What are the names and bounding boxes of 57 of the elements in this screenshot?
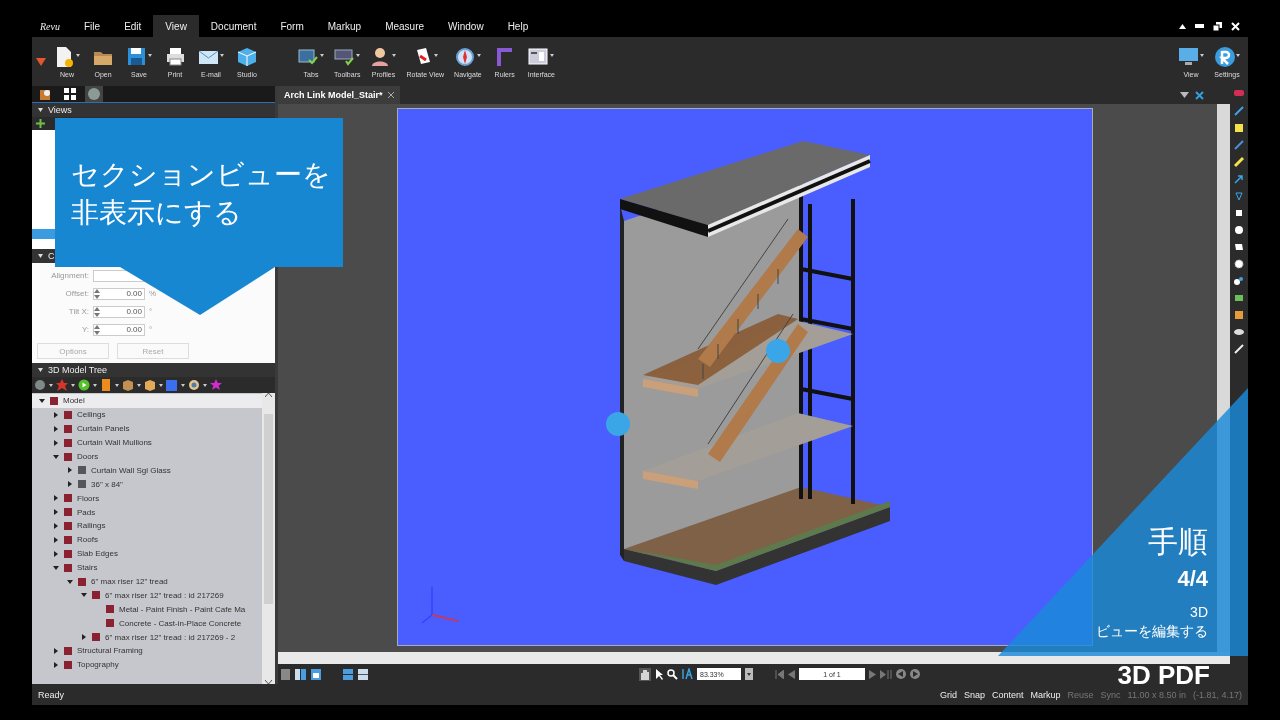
tree-item[interactable]: Topography (32, 657, 262, 672)
menu-item[interactable]: Measure (373, 15, 437, 37)
tree-item[interactable]: Roofs (32, 532, 262, 547)
field-label: Y: (80, 325, 89, 334)
field-label: Alignment: (50, 271, 89, 280)
spinner-field[interactable]: 0.00 (93, 287, 145, 300)
menu-item[interactable]: File (72, 15, 113, 37)
tree-item[interactable]: Pads (32, 505, 262, 519)
tree-item[interactable]: Curtain Wall Mullions (32, 435, 262, 450)
field-label: Offset: (64, 289, 89, 298)
document-tab[interactable]: Arch Link Model_Stair* (278, 86, 400, 104)
tree-item[interactable]: Slab Edges (32, 546, 262, 561)
tree-item[interactable]: 6" max riser 12" tread : id 217269 (32, 588, 262, 603)
tree-item[interactable]: Ceilings (32, 407, 262, 422)
status-toggle[interactable]: Markup (1030, 689, 1061, 700)
panel-title: Views (48, 105, 72, 115)
menu-item[interactable]: Help (495, 15, 541, 37)
panel-title: 3D Model Tree (48, 365, 108, 375)
unit-label: ° (149, 325, 153, 334)
tree-item[interactable]: Curtain Wall Sgl Glass (32, 463, 262, 478)
panel-title: C (48, 251, 55, 261)
tree-item[interactable]: Metal - Paint Finish - Paint Cafe Ma (32, 602, 262, 617)
tree-item[interactable]: Floors (32, 491, 262, 506)
menu-item[interactable]: Edit (112, 15, 154, 37)
step-title: 手順 (1148, 524, 1208, 560)
menu-item[interactable]: Markup (315, 15, 374, 37)
tree-item[interactable]: Structural Framing (32, 644, 262, 658)
badge-text: 3D PDF (1117, 660, 1210, 691)
menu-item[interactable]: Document (198, 15, 269, 37)
tree-item[interactable]: Stairs (32, 560, 262, 575)
spinner-field[interactable]: 0.00 (93, 305, 145, 318)
unit-label: ° (149, 307, 153, 316)
tree-item[interactable]: Curtain Panels (32, 421, 262, 436)
status-toggle[interactable]: Content (992, 689, 1024, 700)
spinner-field[interactable]: 0.00 (93, 323, 145, 336)
field-label: Tilt X: (67, 307, 89, 316)
tree-item[interactable]: Concrete - Cast-in-Place Concrete (32, 616, 262, 631)
app-logo: Revu (40, 20, 60, 32)
step-counter: 4/4 (1177, 566, 1208, 592)
tree-item[interactable]: 6" max riser 12" tread (32, 574, 262, 589)
panel-header[interactable]: 3D Model Tree (32, 363, 275, 377)
step-caption: 3D (1190, 604, 1208, 620)
menu-item[interactable]: Window (436, 15, 496, 37)
tree-item[interactable]: Doors (32, 449, 262, 464)
menu-item[interactable]: Form (268, 15, 316, 37)
panel-header[interactable]: Views (32, 103, 275, 117)
tree-item[interactable]: Railings (32, 519, 262, 533)
callout-text: セクションビューを非表示にする (71, 158, 332, 230)
unit-label: % (149, 289, 157, 298)
status-toggle[interactable]: Grid (939, 689, 957, 700)
tree-item[interactable]: 6" max riser 12" tread : id 217269 - 2 (32, 630, 262, 645)
coordinates-label: (-1.81, 4.17) (1192, 689, 1242, 700)
tree-item[interactable]: 36" x 84" (32, 477, 262, 492)
status-toggle[interactable]: Snap (963, 689, 985, 700)
status-text: Ready (38, 689, 64, 700)
step-caption: ビューを編集する (1096, 623, 1208, 641)
menu-item[interactable]: View (153, 15, 199, 37)
